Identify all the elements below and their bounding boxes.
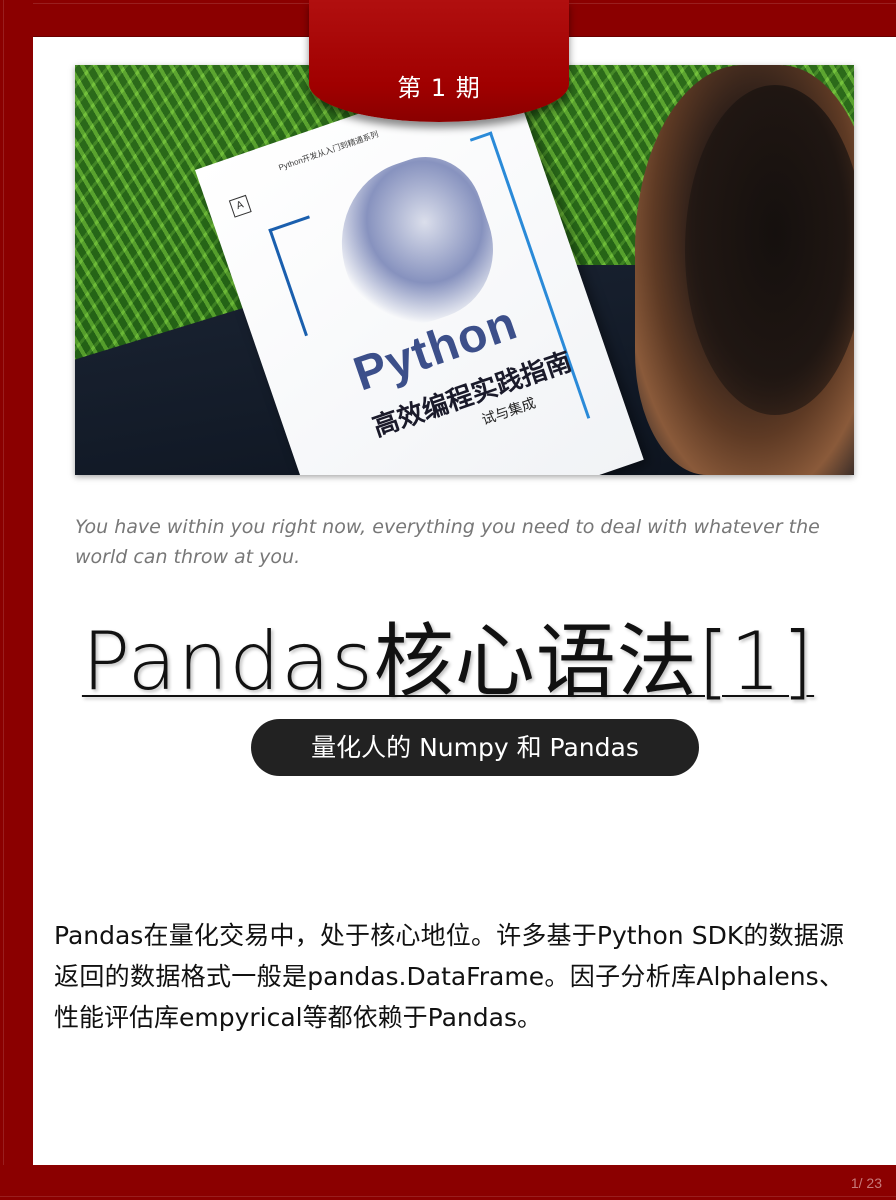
book-series-label: Python开发从入门到精通系列	[277, 129, 380, 173]
subtitle-pill: 量化人的 Numpy 和 Pandas	[251, 719, 699, 776]
bottom-frame-bar	[0, 1165, 896, 1200]
page-title-text: Pandas核心语法[1]	[81, 615, 815, 708]
hero-image: Python开发从入门到精通系列 A Python 高效编程实践指南 试与集成	[75, 65, 854, 475]
publisher-logo-icon: A	[228, 194, 252, 218]
issue-label: 第 1 期	[397, 74, 481, 102]
book-bracket-left	[268, 215, 346, 337]
quote-text: You have within you right now, everythin…	[75, 516, 820, 568]
page-title: Pandas核心语法[1]	[0, 612, 896, 712]
hair-shadow	[685, 85, 854, 415]
left-frame-bar	[0, 0, 33, 1200]
page-counter: 1/ 23	[850, 1175, 882, 1191]
body-paragraph: Pandas在量化交易中，处于核心地位。许多基于Python SDK的数据源返回…	[54, 921, 844, 1032]
issue-ribbon: 第 1 期	[309, 0, 569, 122]
